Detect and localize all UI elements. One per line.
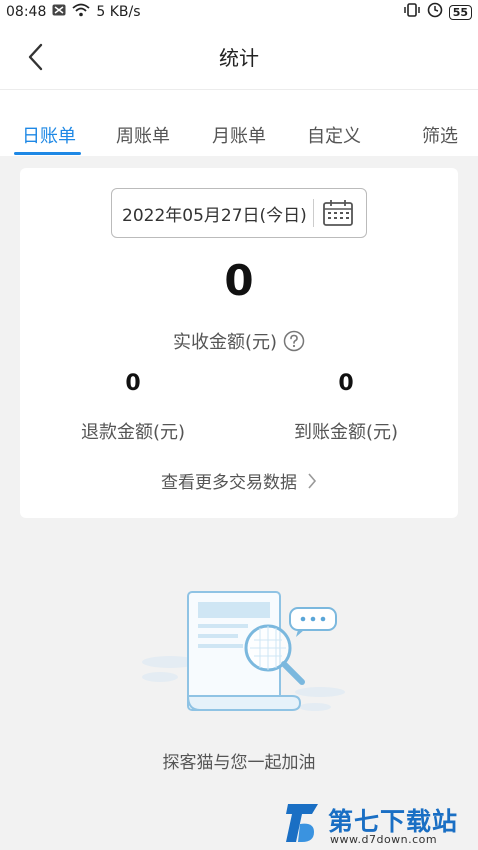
- refund-amount: 0: [125, 371, 141, 396]
- alarm-icon: [427, 2, 443, 22]
- tab-daily[interactable]: 日账单: [22, 122, 76, 148]
- status-right: 55: [403, 2, 472, 22]
- tab-indicator: [14, 152, 81, 155]
- date-text: 2022年05月27日(今日): [122, 205, 307, 226]
- tab-filter[interactable]: 筛选: [422, 122, 458, 148]
- help-icon[interactable]: [283, 330, 305, 352]
- date-divider: [312, 199, 314, 227]
- summary-card: 2022年05月27日(今日) 0 实收金额(元) 0 0 退款金额(元) 到账…: [20, 168, 458, 518]
- arrival-label: 到账金额(元): [293, 422, 399, 443]
- header: 统计: [0, 24, 478, 90]
- status-bar: 08:48 5 KB/s 55: [0, 0, 478, 24]
- received-amount: 0: [224, 256, 254, 305]
- chevron-right-icon: [308, 472, 317, 489]
- wifi-icon: [72, 3, 90, 21]
- more-data-link[interactable]: 查看更多交易数据: [20, 468, 458, 493]
- page-title: 统计: [219, 46, 259, 70]
- network-speed: 5 KB/s: [96, 4, 141, 20]
- status-time: 08:48: [6, 4, 47, 20]
- back-arrow-icon: [28, 43, 43, 71]
- received-row: 实收金额(元): [20, 328, 458, 354]
- date-picker[interactable]: 2022年05月27日(今日): [111, 188, 367, 238]
- arrival-amount: 0: [338, 371, 354, 396]
- vibrate-icon: [403, 3, 421, 21]
- status-left: 08:48 5 KB/s: [6, 3, 141, 21]
- refund-label: 退款金额(元): [80, 422, 186, 443]
- tab-custom[interactable]: 自定义: [307, 122, 361, 148]
- watermark-logo: 第七下载站 www.d7down.com: [284, 800, 474, 848]
- empty-illustration: [140, 582, 350, 722]
- notification-icon: [52, 4, 66, 20]
- calendar-icon[interactable]: [322, 199, 354, 227]
- watermark-icon: [286, 804, 318, 842]
- received-label: 实收金额(元): [172, 332, 278, 353]
- more-data-text: 查看更多交易数据: [161, 473, 297, 493]
- tab-weekly[interactable]: 周账单: [116, 122, 170, 148]
- tab-monthly[interactable]: 月账单: [212, 122, 266, 148]
- back-button[interactable]: [20, 40, 50, 74]
- watermark-url: www.d7down.com: [330, 833, 438, 846]
- empty-message: 探客猫与您一起加油: [162, 753, 316, 773]
- tab-bar: 日账单 周账单 月账单 自定义 筛选: [0, 90, 478, 156]
- battery-icon: 55: [448, 4, 472, 20]
